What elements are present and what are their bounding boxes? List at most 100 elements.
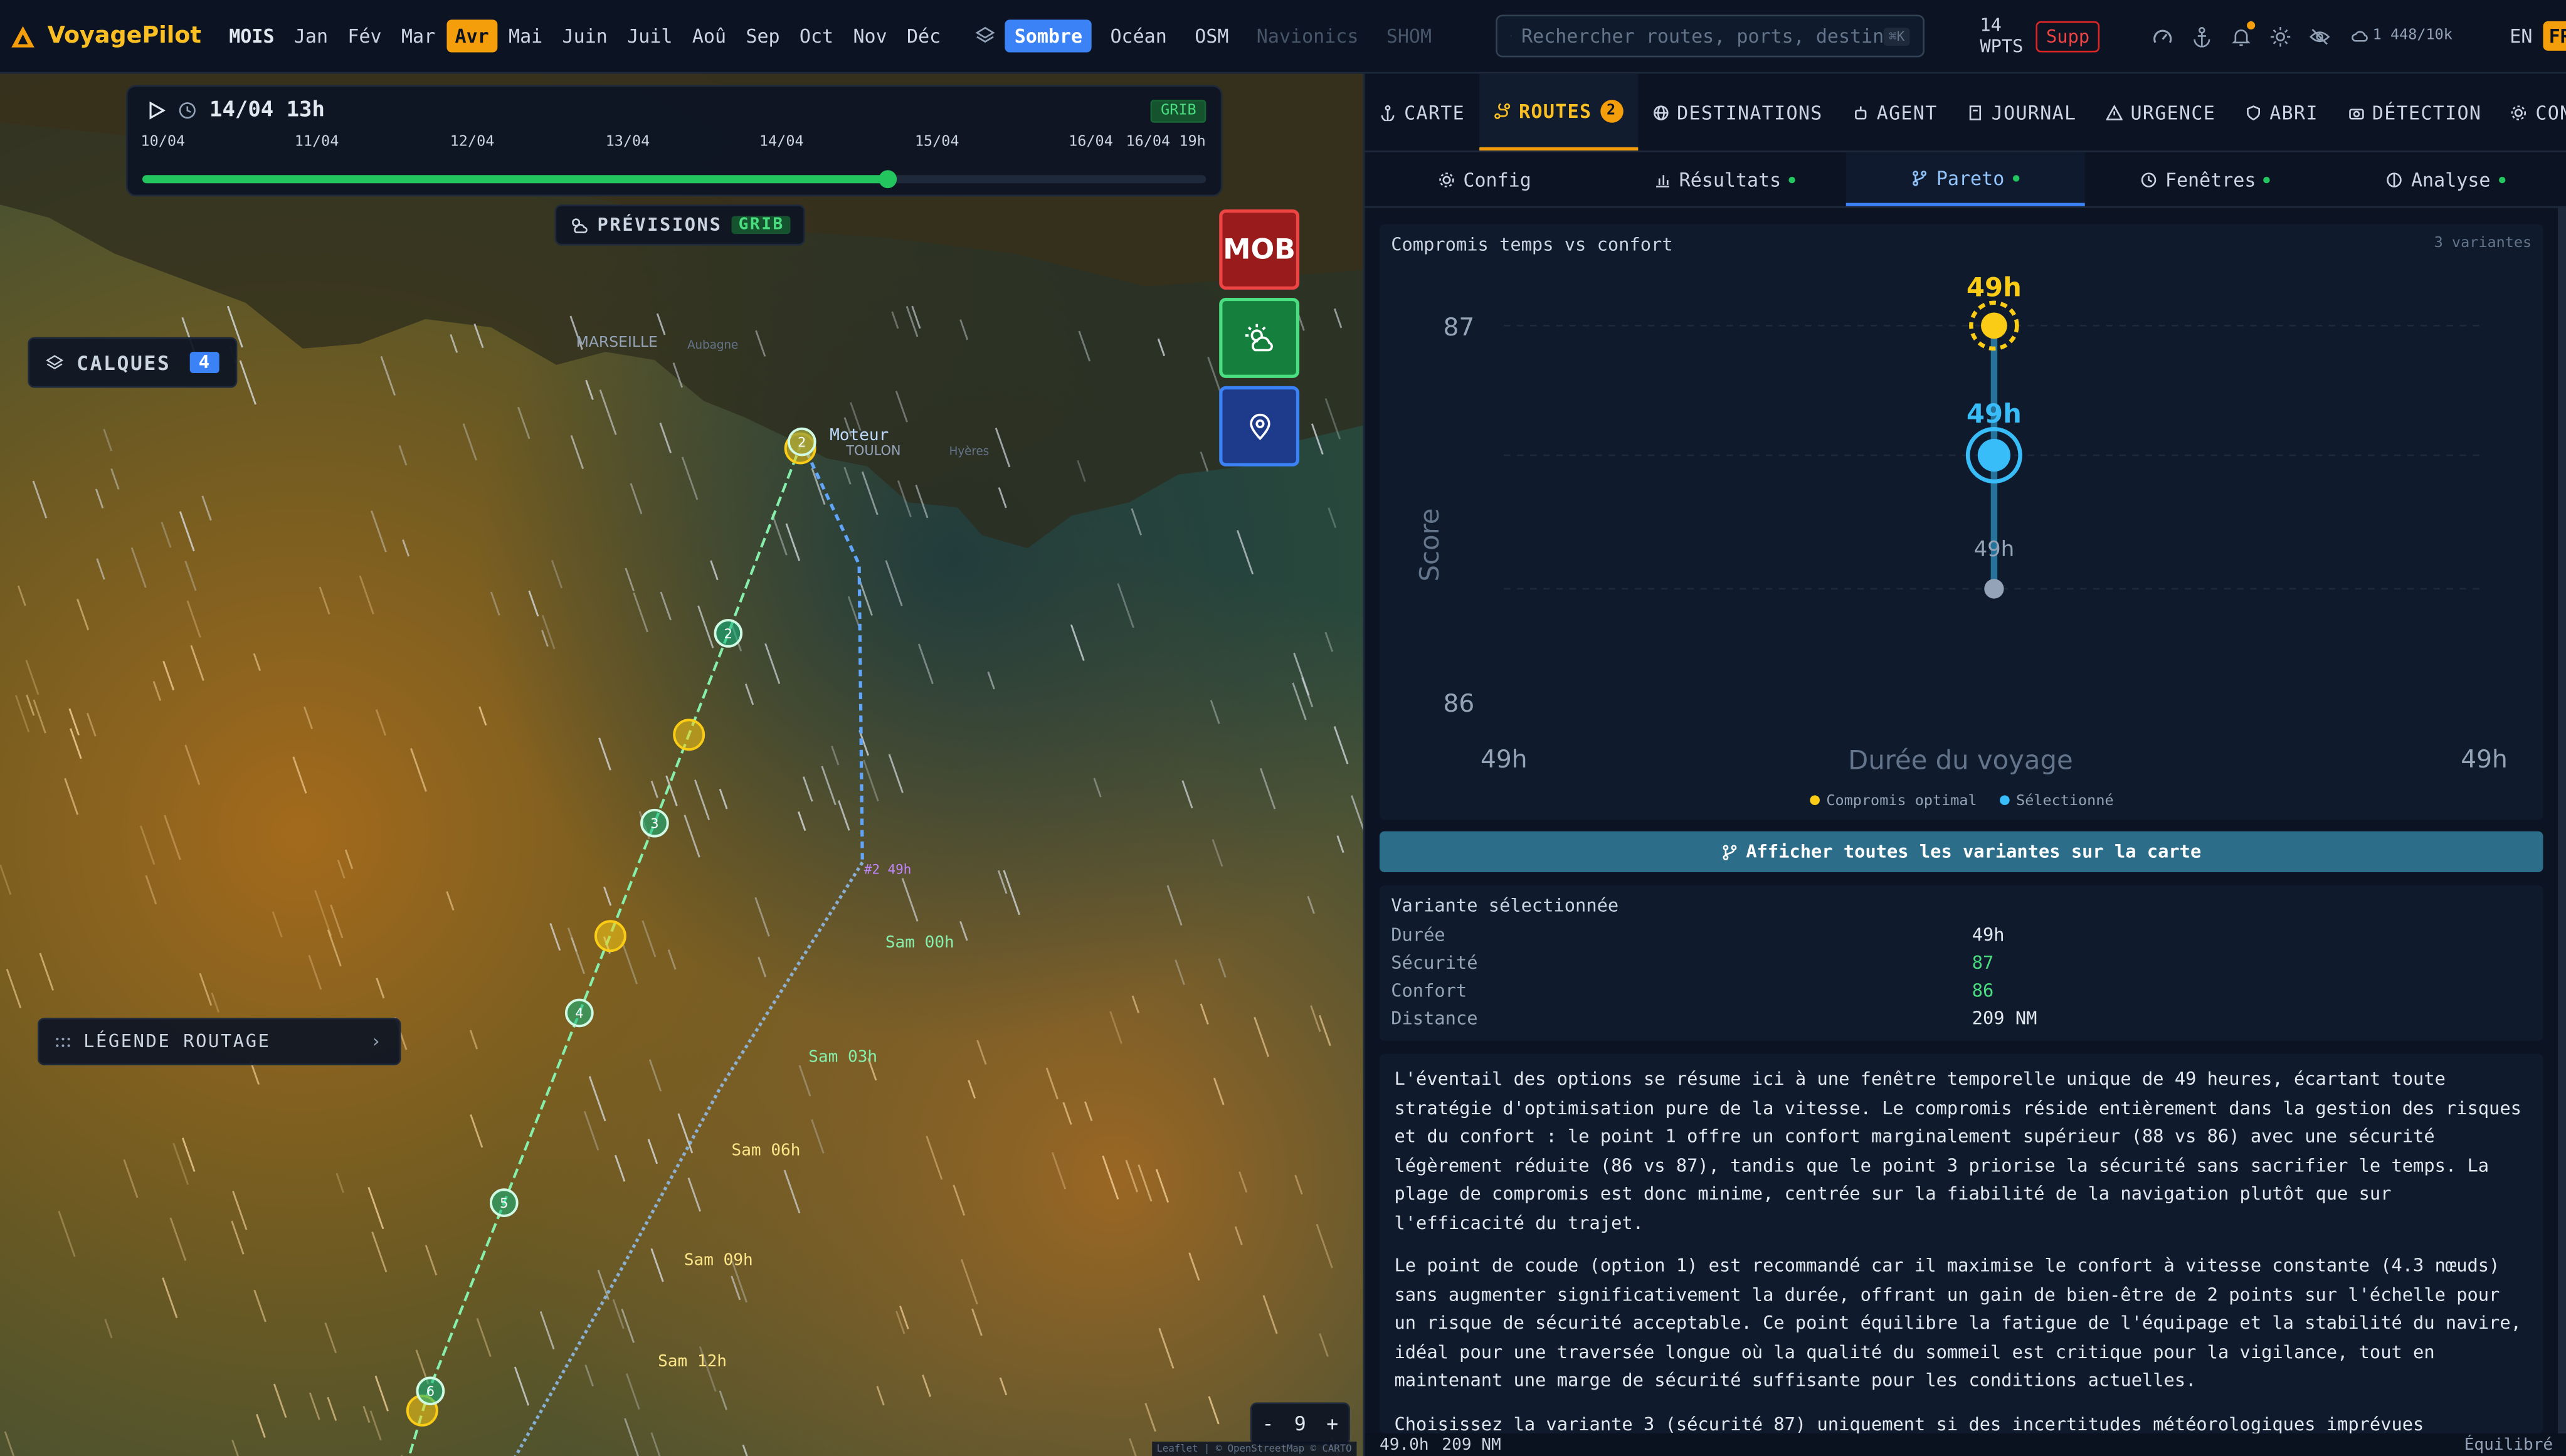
- bell-icon[interactable]: [2231, 21, 2255, 48]
- month-jun[interactable]: Juin: [554, 19, 616, 52]
- month-jan[interactable]: Jan: [286, 19, 336, 52]
- routing-legend-toggle[interactable]: LÉGENDE ROUTAGE ›: [38, 1018, 401, 1065]
- layers-button[interactable]: CALQUES 4: [28, 337, 238, 388]
- clock-icon: [179, 102, 196, 119]
- map-style-osm[interactable]: OSM: [1185, 19, 1239, 52]
- branch-icon: [1913, 169, 1927, 186]
- month-mar[interactable]: Mar: [393, 19, 443, 52]
- map-style-shom[interactable]: SHOM: [1376, 19, 1442, 52]
- notification-dot: [2246, 21, 2255, 29]
- panel-scrollbar[interactable]: [2557, 208, 2566, 1435]
- tab-urgence[interactable]: URGENCE: [2091, 73, 2231, 150]
- zoom-out-button[interactable]: -: [1262, 1412, 1274, 1435]
- month-apr[interactable]: Avr: [446, 19, 497, 53]
- tab-destinations[interactable]: DESTINATIONS: [1637, 73, 1837, 150]
- pareto-chart-card: Compromis temps vs confort 3 variantes 4…: [1379, 224, 2543, 820]
- timeline-handle[interactable]: [879, 170, 897, 189]
- search-input[interactable]: Rechercher routes, ports, destin ⌘K: [1495, 14, 1924, 58]
- tick: 14/04: [759, 134, 804, 151]
- pareto-point-other[interactable]: [1984, 579, 2004, 599]
- eye-off-icon[interactable]: [2309, 24, 2332, 48]
- month-oct[interactable]: Oct: [791, 19, 842, 52]
- zoom-control: - 9 +: [1250, 1402, 1351, 1445]
- variant-row: Confort 86: [1391, 980, 2537, 1006]
- variant-key: Sécurité: [1391, 952, 1478, 974]
- forecast-toggle[interactable]: PRÉVISIONS GRIB: [554, 204, 806, 246]
- tab-abri[interactable]: ABRI: [2231, 73, 2333, 150]
- tab-detection[interactable]: DÉTECTION: [2333, 73, 2496, 150]
- routing-legend-label: LÉGENDE ROUTAGE: [83, 1031, 271, 1053]
- y-axis-label: Score: [1414, 509, 1445, 582]
- map-attribution[interactable]: Leaflet | © OpenStreetMap © CARTO: [1151, 1442, 1357, 1456]
- subtab-resultats[interactable]: Résultats: [1605, 152, 1845, 206]
- timeline-track[interactable]: [142, 170, 1206, 189]
- map-style-sombre[interactable]: Sombre: [1005, 19, 1092, 53]
- tab-conf[interactable]: CONF: [2496, 73, 2566, 150]
- month-jul[interactable]: Juil: [619, 19, 680, 52]
- variant-value: 87: [1972, 952, 1994, 974]
- subtab-config[interactable]: Config: [1365, 152, 1605, 206]
- sun-icon[interactable]: [2269, 24, 2293, 48]
- tab-label: DÉTECTION: [2372, 100, 2482, 124]
- legend-swatch-selected: [2000, 795, 2010, 805]
- search-icon: [1510, 35, 1512, 37]
- weather-button[interactable]: [1219, 297, 1300, 378]
- subtab-pareto[interactable]: Pareto: [1845, 152, 2086, 206]
- variant-key: Distance: [1391, 1008, 1478, 1030]
- zoom-in-button[interactable]: +: [1326, 1412, 1338, 1435]
- play-icon[interactable]: [147, 101, 166, 120]
- bar-chart-icon: [1656, 174, 1669, 187]
- lang-fr[interactable]: FR: [2543, 21, 2566, 51]
- brain-icon: [2387, 172, 2402, 187]
- chevron-right-icon: ›: [370, 1031, 383, 1053]
- month-sep[interactable]: Sep: [737, 19, 788, 52]
- timeline-progress: [142, 175, 887, 184]
- timeline-current: 14/04 13h: [209, 98, 325, 123]
- shield-icon: [2246, 104, 2260, 120]
- tab-carte[interactable]: CARTE: [1365, 73, 1479, 150]
- delete-button[interactable]: Supp: [2036, 20, 2099, 52]
- language-switcher: EN FR: [2505, 21, 2566, 51]
- subtab-label: Pareto: [1936, 166, 2005, 189]
- tab-journal[interactable]: JOURNAL: [1952, 73, 2091, 150]
- point-label: 49h: [1967, 272, 2022, 302]
- tick: 16/04: [1069, 134, 1113, 151]
- agent-icon: [1854, 105, 1866, 119]
- show-all-variants-button[interactable]: Afficher toutes les variantes sur la car…: [1379, 831, 2543, 872]
- anchor-icon[interactable]: [2191, 24, 2214, 48]
- pareto-point-selected[interactable]: [1977, 438, 2011, 472]
- subtab-analyse[interactable]: Analyse: [2326, 152, 2566, 206]
- status-dot: [1789, 176, 1796, 182]
- tick: 15/04: [914, 134, 959, 151]
- tab-agent[interactable]: AGENT: [1837, 73, 1952, 150]
- tab-label: CONF: [2535, 100, 2566, 124]
- month-aug[interactable]: Aoû: [684, 19, 734, 52]
- branch-icon: [1723, 844, 1737, 860]
- forecast-timeline[interactable]: 14/04 13h GRIB 10/04 11/04 12/04 13/04 1…: [125, 85, 1223, 197]
- subtab-fenetres[interactable]: Fenêtres: [2086, 152, 2326, 206]
- tab-routes[interactable]: ROUTES 2: [1479, 73, 1638, 151]
- gauge-icon[interactable]: [2152, 24, 2175, 48]
- anchor-icon: [1381, 104, 1395, 120]
- mob-button[interactable]: MOB: [1219, 209, 1300, 290]
- variant-tag: #2 49h: [864, 862, 911, 877]
- month-may[interactable]: Mai: [500, 19, 551, 52]
- clock-icon: [2141, 172, 2157, 187]
- map-style-ocean[interactable]: Océan: [1101, 19, 1177, 52]
- lang-en[interactable]: EN: [2505, 21, 2537, 51]
- time-label: Sam 00h: [885, 933, 954, 952]
- pareto-point-optimal[interactable]: [1981, 312, 2007, 339]
- locate-button[interactable]: [1219, 386, 1300, 467]
- month-nov[interactable]: Nov: [845, 19, 895, 52]
- status-distance: 209 NM: [1442, 1436, 1501, 1454]
- app-logo[interactable]: VoyagePilot: [0, 23, 201, 49]
- side-panel: CARTE ROUTES 2 DESTINATIONS AGENT JOURNA…: [1363, 73, 2566, 1456]
- pareto-chart[interactable]: 49h49h49h 87 86 49h 49h Durée du voyage …: [1380, 224, 2543, 820]
- month-feb[interactable]: Fév: [339, 19, 389, 52]
- y-tick-label: 87: [1444, 314, 1475, 342]
- month-dec[interactable]: Déc: [899, 19, 949, 52]
- waypoint-number: 2: [724, 626, 732, 641]
- map-style-navionics[interactable]: Navionics: [1247, 19, 1368, 52]
- map-canvas[interactable]: 2 2 3 4 5 6 Moteur TOULON MARSEILLE Hyères Au…: [0, 73, 1363, 1456]
- map-view[interactable]: 2 2 3 4 5 6 Moteur TOULON MARSEILLE Hyères Au…: [0, 73, 1363, 1456]
